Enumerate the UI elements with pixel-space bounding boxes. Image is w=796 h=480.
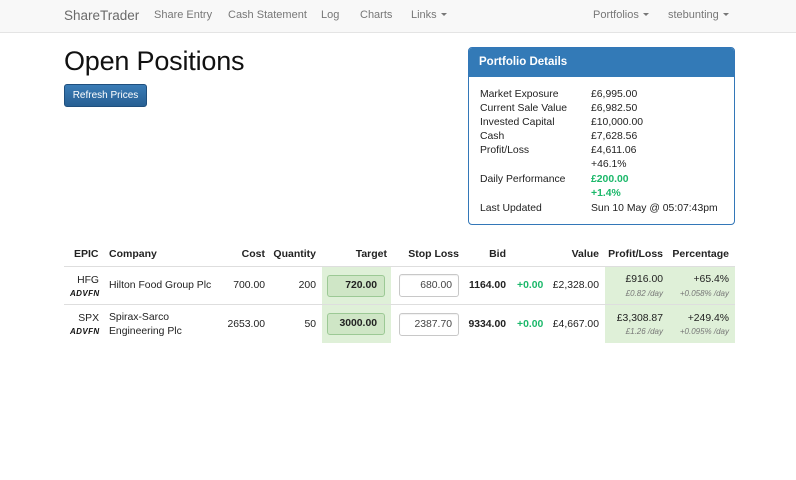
bid-cell: 9334.00 [468,319,506,330]
market-exposure-value: £6,995.00 [591,89,638,100]
page-title: Open Positions [64,46,245,76]
profit-loss-pct: +46.1% [591,159,627,170]
nav-cash-statement[interactable]: Cash Statement [228,0,307,33]
bid-cell: 1164.00 [469,280,506,291]
profit-loss-day-cell: £0.82 /day [625,289,663,298]
invested-capital-label: Invested Capital [480,117,555,128]
nav-portfolios-dropdown[interactable]: Portfolios [593,0,649,33]
nav-user-label: stebunting [668,9,719,21]
last-updated-value: Sun 10 May @ 05:07:43pm [591,203,718,214]
profit-loss-value: £4,611.06 [591,145,637,156]
epic-cell: HFG [77,275,99,286]
nav-user-dropdown[interactable]: stebunting [668,0,729,33]
daily-performance-value: £200.00 [591,174,629,185]
header-percentage: Percentage [672,248,729,260]
brand-link[interactable]: ShareTrader [64,0,139,33]
caret-down-icon [722,13,729,17]
header-company: Company [109,248,157,260]
header-value: Value [571,248,599,260]
header-quantity: Quantity [273,248,316,260]
percentage-cell: +65.4% [693,274,729,285]
header-epic: EPIC [74,248,99,260]
header-divider [64,266,735,267]
refresh-prices-button[interactable]: Refresh Prices [64,84,147,107]
value-cell: £4,667.00 [552,319,599,330]
header-stop-loss: Stop Loss [408,248,459,260]
quantity-cell: 200 [298,280,316,291]
header-bid: Bid [489,248,506,260]
navbar: ShareTrader Share Entry Cash Statement L… [0,0,796,33]
nav-charts[interactable]: Charts [360,0,392,33]
quantity-cell: 50 [304,319,316,330]
cash-value: £7,628.56 [591,131,638,142]
header-target: Target [355,248,387,260]
advfn-link[interactable]: ADVFN [70,289,100,298]
stop-loss-input[interactable] [399,274,459,297]
nav-share-entry[interactable]: Share Entry [154,0,212,33]
last-updated-label: Last Updated [480,203,542,214]
profit-loss-day-cell: £1.26 /day [625,327,663,336]
panel-heading: Portfolio Details [469,48,734,77]
nav-links-dropdown[interactable]: Links [411,0,447,33]
cost-cell: 2653.00 [227,319,265,330]
company-cell: Hilton Food Group Plc [109,280,212,291]
cash-label: Cash [480,131,505,142]
profit-loss-label: Profit/Loss [480,145,530,156]
nav-links-label: Links [411,9,437,21]
stop-loss-input[interactable] [399,313,459,336]
percentage-day-cell: +0.058% /day [679,289,729,298]
cost-cell: 700.00 [233,280,265,291]
header-profit-loss: Profit/Loss [608,248,663,260]
invested-capital-value: £10,000.00 [591,117,644,128]
daily-performance-pct: +1.4% [591,188,621,199]
header-cost: Cost [241,248,265,260]
portfolio-details-panel: Portfolio Details Market Exposure £6,995… [468,47,735,225]
epic-cell: SPX [78,313,99,324]
bid-change-cell: +0.00 [517,319,544,330]
target-value[interactable]: 720.00 [327,275,385,297]
profit-loss-cell: £916.00 [625,274,663,285]
company-cell-line2: Engineering Plc [109,326,182,337]
company-cell-line1: Spirax-Sarco [109,312,170,323]
percentage-cell: +249.4% [687,313,729,324]
value-cell: £2,328.00 [552,280,599,291]
current-sale-value: £6,982.50 [591,103,638,114]
market-exposure-label: Market Exposure [480,89,559,100]
row-divider [64,304,735,305]
nav-log[interactable]: Log [321,0,339,33]
profit-loss-cell: £3,308.87 [616,313,663,324]
bid-change-cell: +0.00 [517,280,544,291]
advfn-link[interactable]: ADVFN [70,327,100,336]
percentage-day-cell: +0.095% /day [679,327,729,336]
caret-down-icon [642,13,649,17]
nav-portfolios-label: Portfolios [593,9,639,21]
daily-performance-label: Daily Performance [480,174,566,185]
caret-down-icon [440,13,447,17]
current-sale-value-label: Current Sale Value [480,103,568,114]
target-value[interactable]: 3000.00 [327,313,385,335]
